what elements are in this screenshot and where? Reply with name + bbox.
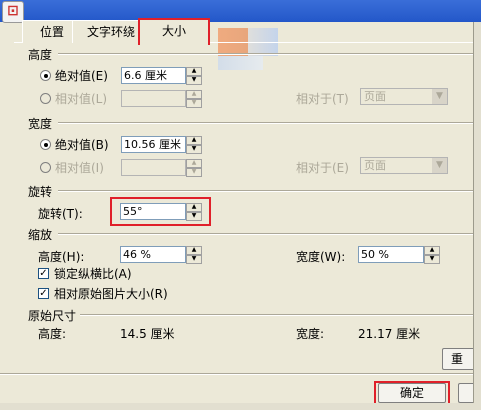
lock-aspect-ratio-label: 锁定纵横比(A) <box>54 267 132 281</box>
width-relative-label: 相对值(I) <box>55 161 104 175</box>
width-absolute-radio[interactable] <box>40 139 51 150</box>
title-bar <box>0 0 481 22</box>
spin-down-icon[interactable]: ▼ <box>186 145 202 154</box>
spin-up-icon[interactable]: ▲ <box>186 90 202 99</box>
spin-up-icon[interactable]: ▲ <box>186 67 202 76</box>
original-width-label: 宽度: <box>296 327 325 341</box>
scale-height-label: 高度(H): <box>38 250 85 264</box>
spin-down-icon[interactable]: ▼ <box>186 99 202 108</box>
tab-label: 位置 <box>39 25 64 39</box>
dropdown-arrow-icon[interactable]: ▼ <box>432 158 447 173</box>
rotation-spinner[interactable]: ▲ ▼ <box>186 203 202 221</box>
width-relative-to-select[interactable]: 页面 ▼ <box>360 157 448 174</box>
height-absolute-label: 绝对值(E) <box>55 69 108 83</box>
separator <box>80 314 473 316</box>
height-relative-to-select[interactable]: 页面 ▼ <box>360 88 448 105</box>
spin-up-icon[interactable]: ▲ <box>186 159 202 168</box>
window-frame-right <box>473 22 481 410</box>
separator <box>58 122 473 124</box>
relative-original-size-checkbox[interactable]: ✓ <box>38 288 49 299</box>
width-relative-to-label: 相对于(E) <box>296 161 349 175</box>
separator <box>58 190 473 192</box>
window-frame-bottom <box>0 403 481 410</box>
original-width-value: 21.17 厘米 <box>358 327 421 341</box>
height-group-title: 高度 <box>28 48 53 62</box>
spin-up-icon[interactable]: ▲ <box>186 203 202 212</box>
height-relative-label: 相对值(L) <box>55 92 108 106</box>
height-absolute-spinner[interactable]: ▲ ▼ <box>186 67 202 85</box>
original-height-value: 14.5 厘米 <box>120 327 175 341</box>
rotation-input[interactable]: 55° <box>120 203 186 220</box>
scale-group-title: 缩放 <box>28 228 53 242</box>
select-value: 页面 <box>364 159 386 172</box>
spin-down-icon[interactable]: ▼ <box>424 255 440 264</box>
dropdown-arrow-icon[interactable]: ▼ <box>432 89 447 104</box>
spin-down-icon[interactable]: ▼ <box>186 76 202 85</box>
tab-label: 文字环绕 <box>86 25 135 39</box>
lock-aspect-ratio-checkbox[interactable]: ✓ <box>38 268 49 279</box>
scale-width-input[interactable]: 50 % <box>358 246 424 263</box>
separator <box>58 53 473 55</box>
separator <box>0 373 473 375</box>
spin-down-icon[interactable]: ▼ <box>186 168 202 177</box>
height-relative-to-label: 相对于(T) <box>296 92 349 106</box>
height-relative-input[interactable] <box>121 90 186 107</box>
width-relative-radio[interactable] <box>40 162 51 173</box>
scale-width-label: 宽度(W): <box>296 250 346 264</box>
rotation-label: 旋转(T): <box>38 207 83 221</box>
height-absolute-radio[interactable] <box>40 70 51 81</box>
scale-height-input[interactable]: 46 % <box>120 246 186 263</box>
separator <box>58 233 473 235</box>
height-relative-radio[interactable] <box>40 93 51 104</box>
spin-down-icon[interactable]: ▼ <box>186 255 202 264</box>
tab-label: 大小 <box>161 24 186 38</box>
app-logo-icon: ⊡ <box>2 1 24 23</box>
height-relative-spinner[interactable]: ▲ ▼ <box>186 90 202 108</box>
ok-button[interactable]: 确定 <box>378 383 446 403</box>
scale-height-spinner[interactable]: ▲ ▼ <box>186 246 202 264</box>
select-value: 页面 <box>364 90 386 103</box>
scale-width-spinner[interactable]: ▲ ▼ <box>424 246 440 264</box>
reset-button-label: 重 <box>451 352 464 366</box>
tab-size[interactable]: 大小 <box>138 18 210 45</box>
spin-up-icon[interactable]: ▲ <box>186 246 202 255</box>
redacted-region <box>218 56 263 70</box>
width-absolute-input[interactable]: 10.56 厘米 <box>121 136 186 153</box>
width-absolute-label: 绝对值(B) <box>55 138 109 152</box>
original-size-group-title: 原始尺寸 <box>28 309 77 323</box>
width-group-title: 宽度 <box>28 117 53 131</box>
width-relative-input[interactable] <box>121 159 186 176</box>
spin-up-icon[interactable]: ▲ <box>186 136 202 145</box>
height-absolute-input[interactable]: 6.6 厘米 <box>121 67 186 84</box>
width-relative-spinner[interactable]: ▲ ▼ <box>186 159 202 177</box>
spin-down-icon[interactable]: ▼ <box>186 212 202 221</box>
relative-original-size-label: 相对原始图片大小(R) <box>54 287 168 301</box>
width-absolute-spinner[interactable]: ▲ ▼ <box>186 136 202 154</box>
rotation-group-title: 旋转 <box>28 185 53 199</box>
ok-button-label: 确定 <box>399 386 424 400</box>
spin-up-icon[interactable]: ▲ <box>424 246 440 255</box>
original-height-label: 高度: <box>38 327 67 341</box>
